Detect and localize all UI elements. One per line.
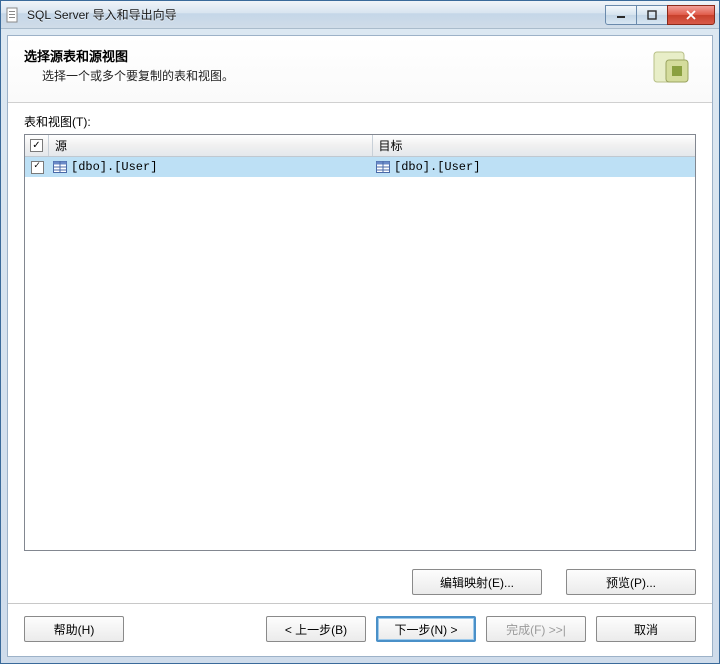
back-button[interactable]: < 上一步(B) (266, 616, 366, 642)
window-title: SQL Server 导入和导出向导 (27, 6, 606, 23)
grid-header: ✓ 源 目标 (25, 135, 695, 157)
row-source-cell: [dbo].[User] (49, 160, 372, 174)
table-icon (376, 161, 390, 173)
select-all-checkbox[interactable]: ✓ (30, 139, 43, 152)
close-button[interactable] (667, 5, 715, 25)
edit-mapping-button[interactable]: 编辑映射(E)... (412, 569, 542, 595)
column-target[interactable]: 目标 (373, 135, 696, 156)
row-target-cell[interactable]: [dbo].[User] (372, 160, 695, 174)
help-button[interactable]: 帮助(H) (24, 616, 124, 642)
wizard-window: SQL Server 导入和导出向导 选择源表和源视图 选择一个或多个要复制的表… (0, 0, 720, 664)
finish-button: 完成(F) >>| (486, 616, 586, 642)
app-icon (5, 7, 21, 23)
wizard-body: 表和视图(T): ✓ 源 目标 ✓ (8, 103, 712, 559)
mapping-buttons: 编辑映射(E)... 预览(P)... (8, 559, 712, 599)
cancel-button[interactable]: 取消 (596, 616, 696, 642)
window-controls (606, 5, 715, 25)
tables-grid[interactable]: ✓ 源 目标 ✓ (24, 134, 696, 551)
window-frame: 选择源表和源视图 选择一个或多个要复制的表和视图。 表和视图(T): (1, 29, 719, 663)
maximize-button[interactable] (636, 5, 668, 25)
table-icon (53, 161, 67, 173)
table-row[interactable]: ✓ (25, 157, 695, 177)
row-target-text: [dbo].[User] (394, 160, 480, 174)
content-panel: 选择源表和源视图 选择一个或多个要复制的表和视图。 表和视图(T): (7, 35, 713, 657)
preview-button[interactable]: 预览(P)... (566, 569, 696, 595)
titlebar: SQL Server 导入和导出向导 (1, 1, 719, 29)
table-label: 表和视图(T): (24, 113, 696, 130)
page-title: 选择源表和源视图 (24, 46, 640, 65)
column-source[interactable]: 源 (49, 135, 373, 156)
minimize-button[interactable] (605, 5, 637, 25)
wizard-footer: 帮助(H) < 上一步(B) 下一步(N) > 完成(F) >>| 取消 (8, 604, 712, 656)
header-checkbox-cell[interactable]: ✓ (25, 135, 49, 156)
row-source-text: [dbo].[User] (71, 160, 157, 174)
grid-body: ✓ (25, 157, 695, 550)
row-checkbox[interactable]: ✓ (31, 161, 44, 174)
next-button[interactable]: 下一步(N) > (376, 616, 476, 642)
wizard-icon (648, 46, 696, 94)
row-checkbox-cell[interactable]: ✓ (25, 161, 49, 174)
wizard-header: 选择源表和源视图 选择一个或多个要复制的表和视图。 (8, 36, 712, 103)
page-subtitle: 选择一个或多个要复制的表和视图。 (24, 67, 640, 84)
